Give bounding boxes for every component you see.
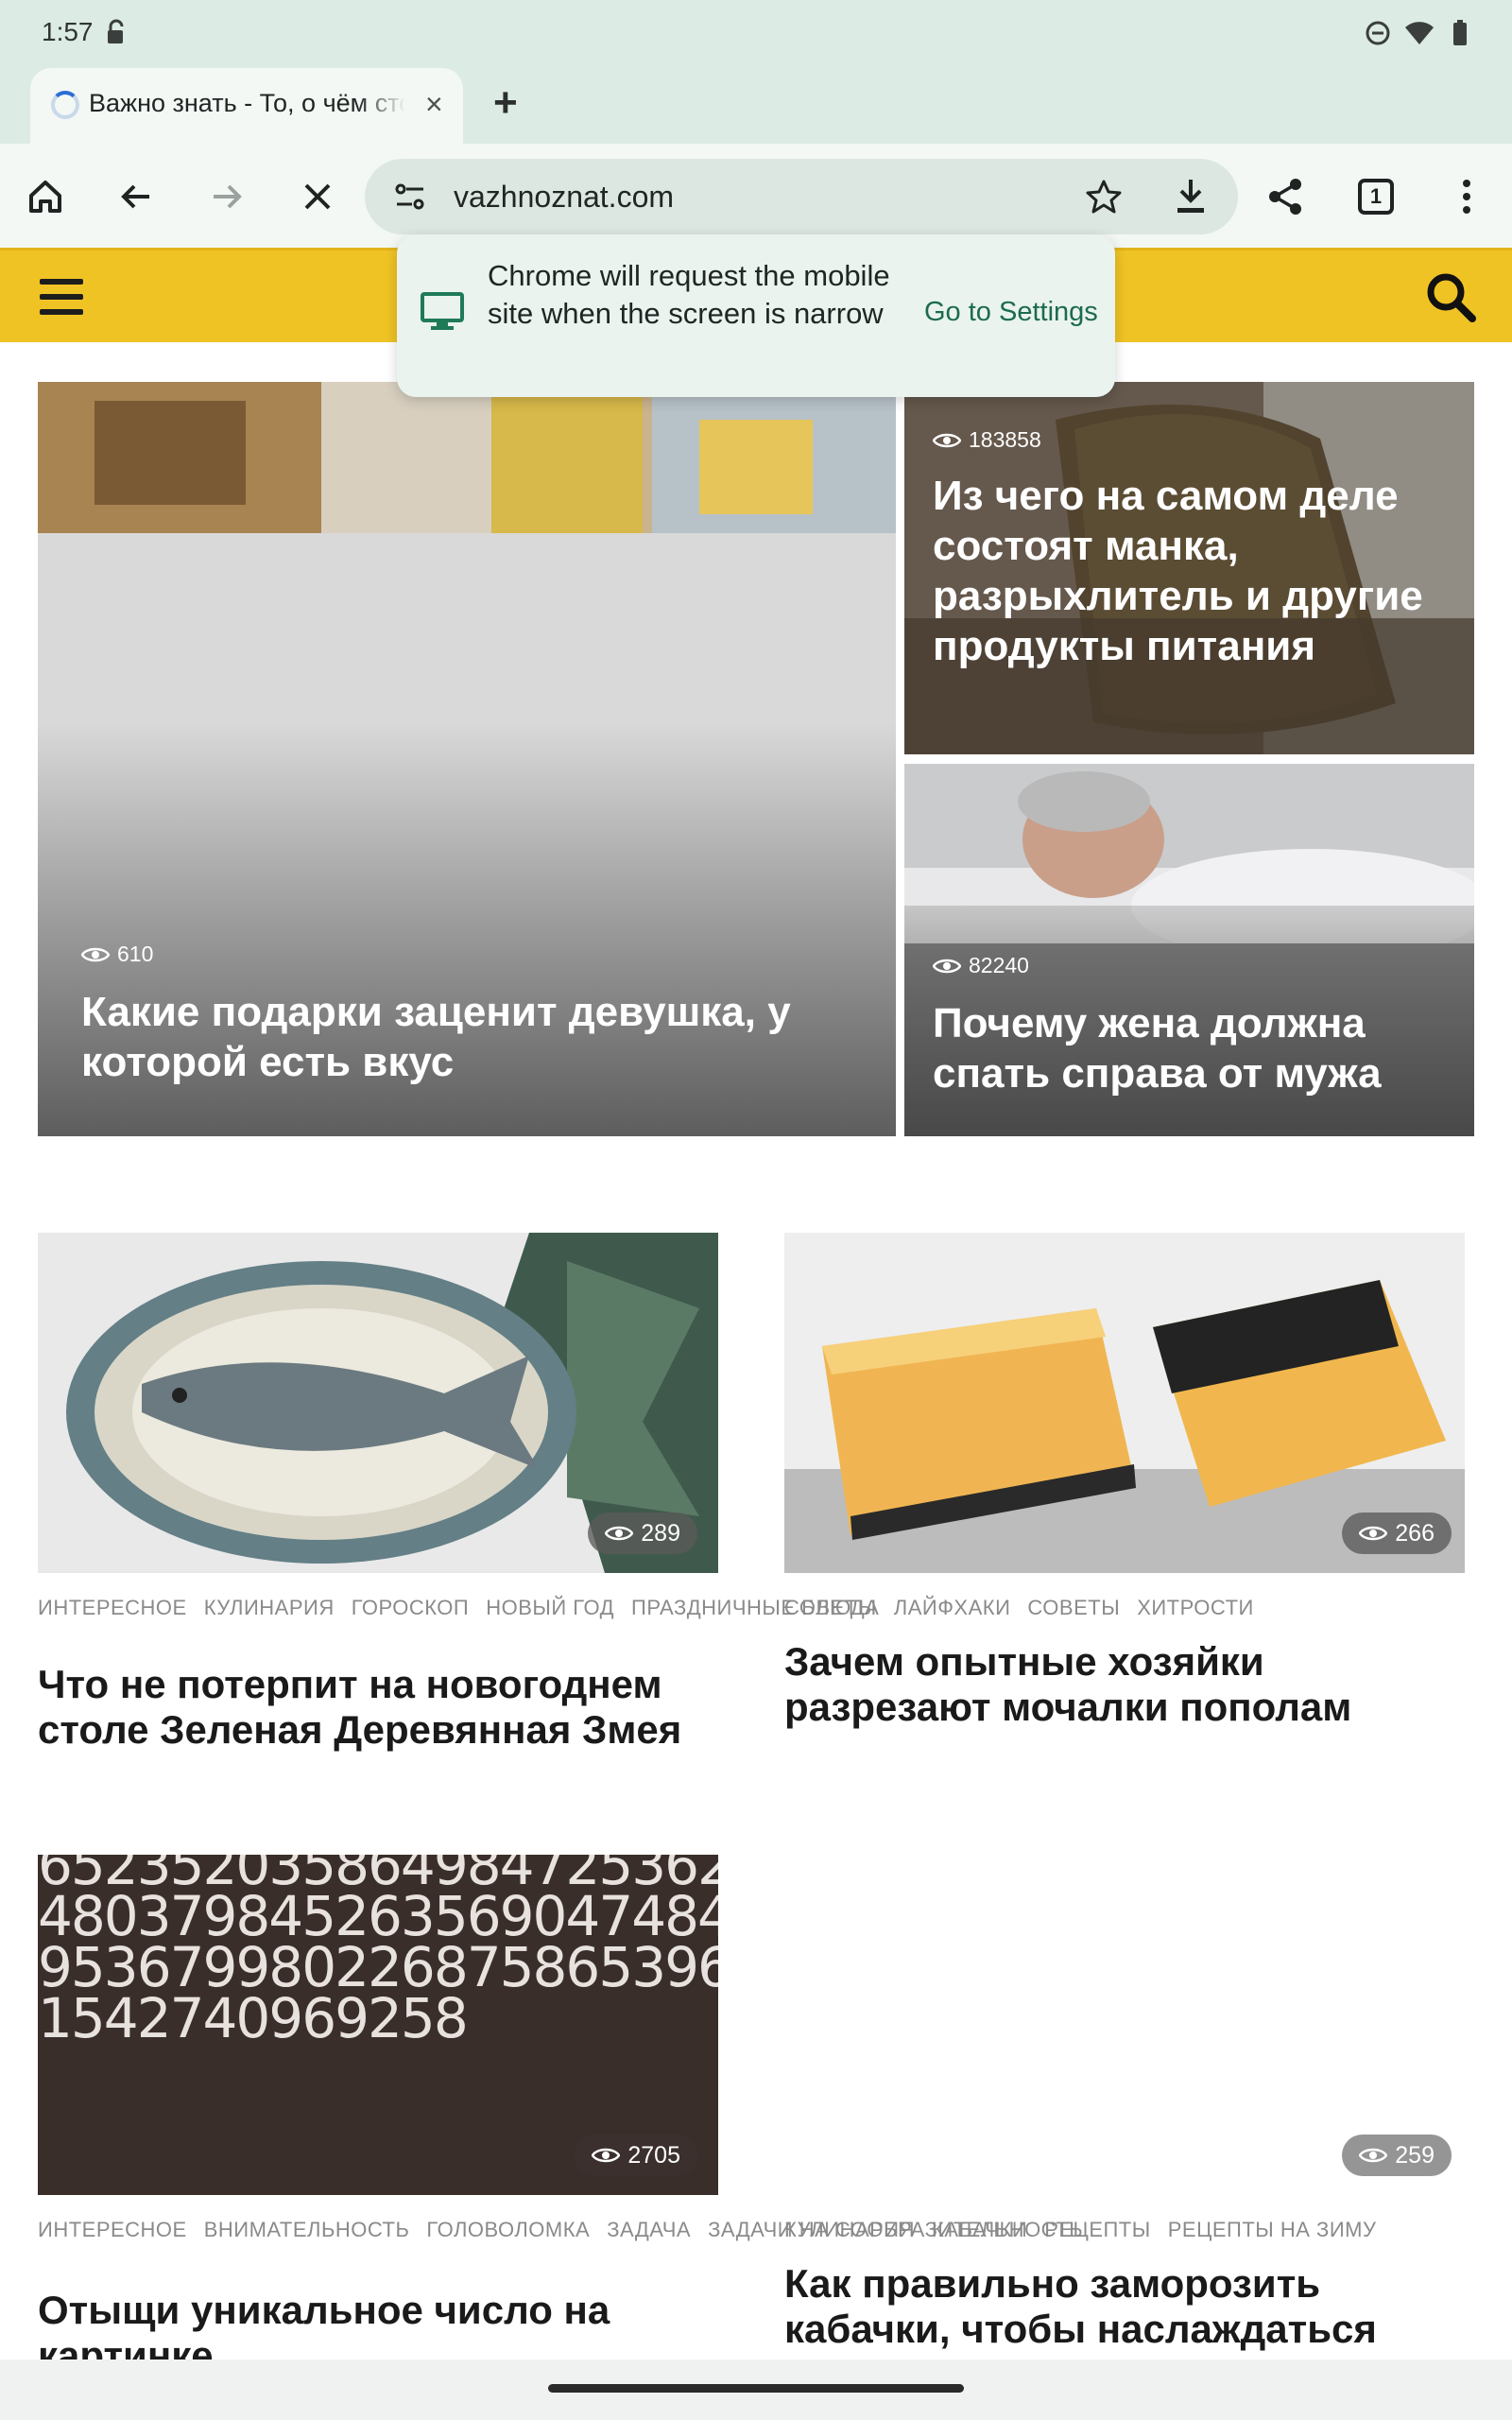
eye-icon bbox=[933, 959, 961, 973]
device-lock-icon bbox=[106, 19, 127, 50]
site-settings-icon[interactable] bbox=[393, 182, 427, 216]
back-button[interactable] bbox=[112, 172, 161, 221]
tab-switcher-button[interactable]: 1 bbox=[1351, 172, 1400, 221]
status-time: 1:57 bbox=[42, 17, 94, 46]
tag-link[interactable]: КУЛИНАРИЯ bbox=[784, 2218, 915, 2241]
hero-image-strip bbox=[38, 382, 896, 533]
view-count-badge: 289 bbox=[588, 1512, 697, 1554]
search-icon[interactable] bbox=[1425, 271, 1478, 329]
status-bar: 1:57 bbox=[0, 0, 1512, 68]
hero-title[interactable]: Из чего на самом деле состоят манка, раз… bbox=[933, 471, 1462, 671]
share-icon bbox=[1269, 179, 1301, 215]
tag-link[interactable]: ГОРОСКОП bbox=[352, 1596, 469, 1619]
tag-link[interactable]: ХИТРОСТИ bbox=[1137, 1596, 1254, 1619]
forward-button[interactable] bbox=[202, 172, 251, 221]
hero-title[interactable]: Почему жена должна спать справа от мужа bbox=[933, 998, 1462, 1098]
view-count-value: 82240 bbox=[969, 953, 1029, 977]
view-count-badge: 266 bbox=[1342, 1512, 1452, 1554]
tag-link[interactable]: ГОЛОВОЛОМКА bbox=[426, 2218, 590, 2241]
view-count-badge: 259 bbox=[1342, 2135, 1452, 2176]
tag-link[interactable]: ЛАЙФХАКИ bbox=[894, 1596, 1011, 1619]
browser-toolbar: vazhnoznat.com 1 bbox=[0, 144, 1512, 248]
view-count: 82240 bbox=[933, 953, 1029, 978]
arrow-right-icon bbox=[214, 184, 242, 209]
tab-count: 1 bbox=[1358, 179, 1394, 215]
stop-loading-button[interactable] bbox=[293, 172, 342, 221]
view-count: 183858 bbox=[933, 427, 1041, 453]
view-count-value: 289 bbox=[641, 1519, 680, 1547]
post-image-numbers: 6523520358649847253624803798452635690474… bbox=[38, 1855, 718, 2050]
navigation-bar bbox=[0, 2360, 1512, 2420]
address-bar[interactable]: vazhnoznat.com bbox=[365, 159, 1238, 234]
tag-link[interactable]: КУЛИНАРИЯ bbox=[204, 1596, 335, 1619]
hero-card-bottom-right[interactable]: 82240 Почему жена должна спать справа от… bbox=[904, 764, 1474, 1136]
tab-strip: Важно знать - То, о чём стоит знать × + bbox=[0, 68, 1512, 144]
post-tags: КУЛИНАРИЯ КАБАЧКИ РЕЦЕПТЫ РЕЦЕПТЫ НА ЗИМУ bbox=[784, 2216, 1465, 2244]
tag-link[interactable]: ИНТЕРЕСНОЕ bbox=[38, 2218, 187, 2241]
tag-link[interactable]: РЕЦЕПТЫ НА ЗИМУ bbox=[1168, 2218, 1377, 2241]
post-thumbnail[interactable]: 259 bbox=[784, 1855, 1465, 2195]
bookmark-star-icon[interactable] bbox=[1085, 178, 1123, 220]
arrow-left-icon bbox=[121, 184, 149, 209]
view-count-value: 2705 bbox=[627, 2141, 680, 2169]
browser-chrome: 1:57 Важно знать - То, о чём стоит знать… bbox=[0, 0, 1512, 248]
view-count-value: 266 bbox=[1395, 1519, 1435, 1547]
post-title[interactable]: Что не потерпит на новогоднем столе Зеле… bbox=[38, 1662, 699, 1753]
tag-link[interactable]: ЗАДАЧА bbox=[607, 2218, 691, 2241]
url-text: vazhnoznat.com bbox=[454, 180, 675, 214]
wifi-icon bbox=[1404, 20, 1435, 51]
share-button[interactable] bbox=[1261, 172, 1310, 221]
post-title[interactable]: Зачем опытные хозяйки разрезают мочалки … bbox=[784, 1639, 1465, 1730]
eye-icon bbox=[1359, 1526, 1388, 1541]
hero-title[interactable]: Какие подарки заценит девушка, у которой… bbox=[81, 987, 866, 1087]
tag-link[interactable]: НОВЫЙ ГОД bbox=[486, 1596, 614, 1619]
view-count-value: 259 bbox=[1395, 2141, 1435, 2169]
tag-link[interactable]: СОВЕТЫ bbox=[784, 1596, 877, 1619]
hamburger-menu-icon[interactable] bbox=[40, 279, 83, 315]
go-to-settings-link[interactable]: Go to Settings bbox=[924, 297, 1098, 328]
tag-link[interactable]: СОВЕТЫ bbox=[1027, 1596, 1120, 1619]
post-tags: ИНТЕРЕСНОЕ ВНИМАТЕЛЬНОСТЬ ГОЛОВОЛОМКА ЗАДАЧ… bbox=[38, 2216, 1083, 2244]
battery-icon bbox=[1448, 19, 1474, 52]
view-count-badge: 2705 bbox=[575, 2135, 697, 2176]
post-thumbnail[interactable]: 266 bbox=[784, 1233, 1465, 1573]
more-vert-icon bbox=[1463, 180, 1470, 214]
home-button[interactable] bbox=[21, 172, 70, 221]
popup-message: Chrome will request the mobile site when… bbox=[488, 259, 890, 330]
home-icon bbox=[29, 181, 61, 213]
tab-active[interactable]: Важно знать - То, о чём стоит знать × bbox=[30, 68, 463, 144]
post-tags: СОВЕТЫ ЛАЙФХАКИ СОВЕТЫ ХИТРОСТИ bbox=[784, 1594, 1465, 1622]
hero-card-large[interactable]: 610 Какие подарки заценит девушка, у кот… bbox=[38, 382, 896, 1136]
status-icons bbox=[1365, 19, 1474, 52]
gesture-handle[interactable] bbox=[548, 2384, 964, 2393]
eye-icon bbox=[592, 2148, 621, 2163]
request-mobile-site-popup: Chrome will request the mobile site when… bbox=[397, 234, 1115, 397]
view-count-value: 610 bbox=[117, 942, 154, 966]
tag-link[interactable]: ВНИМАТЕЛЬНОСТЬ bbox=[204, 2218, 410, 2241]
post-thumbnail[interactable]: 289 bbox=[38, 1233, 718, 1573]
hero-card-top-right[interactable]: 183858 Из чего на самом деле состоят ман… bbox=[904, 382, 1474, 754]
view-count: 610 bbox=[81, 942, 153, 967]
post-thumbnail[interactable]: 6523520358649847253624803798452635690474… bbox=[38, 1855, 718, 2195]
eye-icon bbox=[605, 1526, 634, 1541]
tag-link[interactable]: РЕЦЕПТЫ bbox=[1044, 2218, 1151, 2241]
dnd-icon bbox=[1365, 20, 1391, 51]
eye-icon bbox=[933, 433, 961, 447]
download-icon[interactable] bbox=[1174, 176, 1208, 220]
tab-title: Важно знать - То, о чём стоит знать bbox=[89, 89, 405, 117]
tag-link[interactable]: ИНТЕРЕСНОЕ bbox=[38, 1596, 187, 1619]
eye-icon bbox=[81, 947, 110, 961]
eye-icon bbox=[1359, 2148, 1388, 2163]
view-count-value: 183858 bbox=[969, 427, 1041, 452]
post-tags: ИНТЕРЕСНОЕ КУЛИНАРИЯ ГОРОСКОП НОВЫЙ ГОД ПРАЗ… bbox=[38, 1594, 879, 1622]
menu-button[interactable] bbox=[1442, 172, 1491, 221]
new-tab-button[interactable]: + bbox=[493, 79, 518, 127]
loading-spinner-icon bbox=[51, 91, 79, 119]
tab-close-icon[interactable]: × bbox=[425, 87, 443, 122]
close-icon bbox=[304, 183, 331, 210]
tag-link[interactable]: КАБАЧКИ bbox=[932, 2218, 1027, 2241]
desktop-monitor-icon bbox=[420, 291, 465, 337]
